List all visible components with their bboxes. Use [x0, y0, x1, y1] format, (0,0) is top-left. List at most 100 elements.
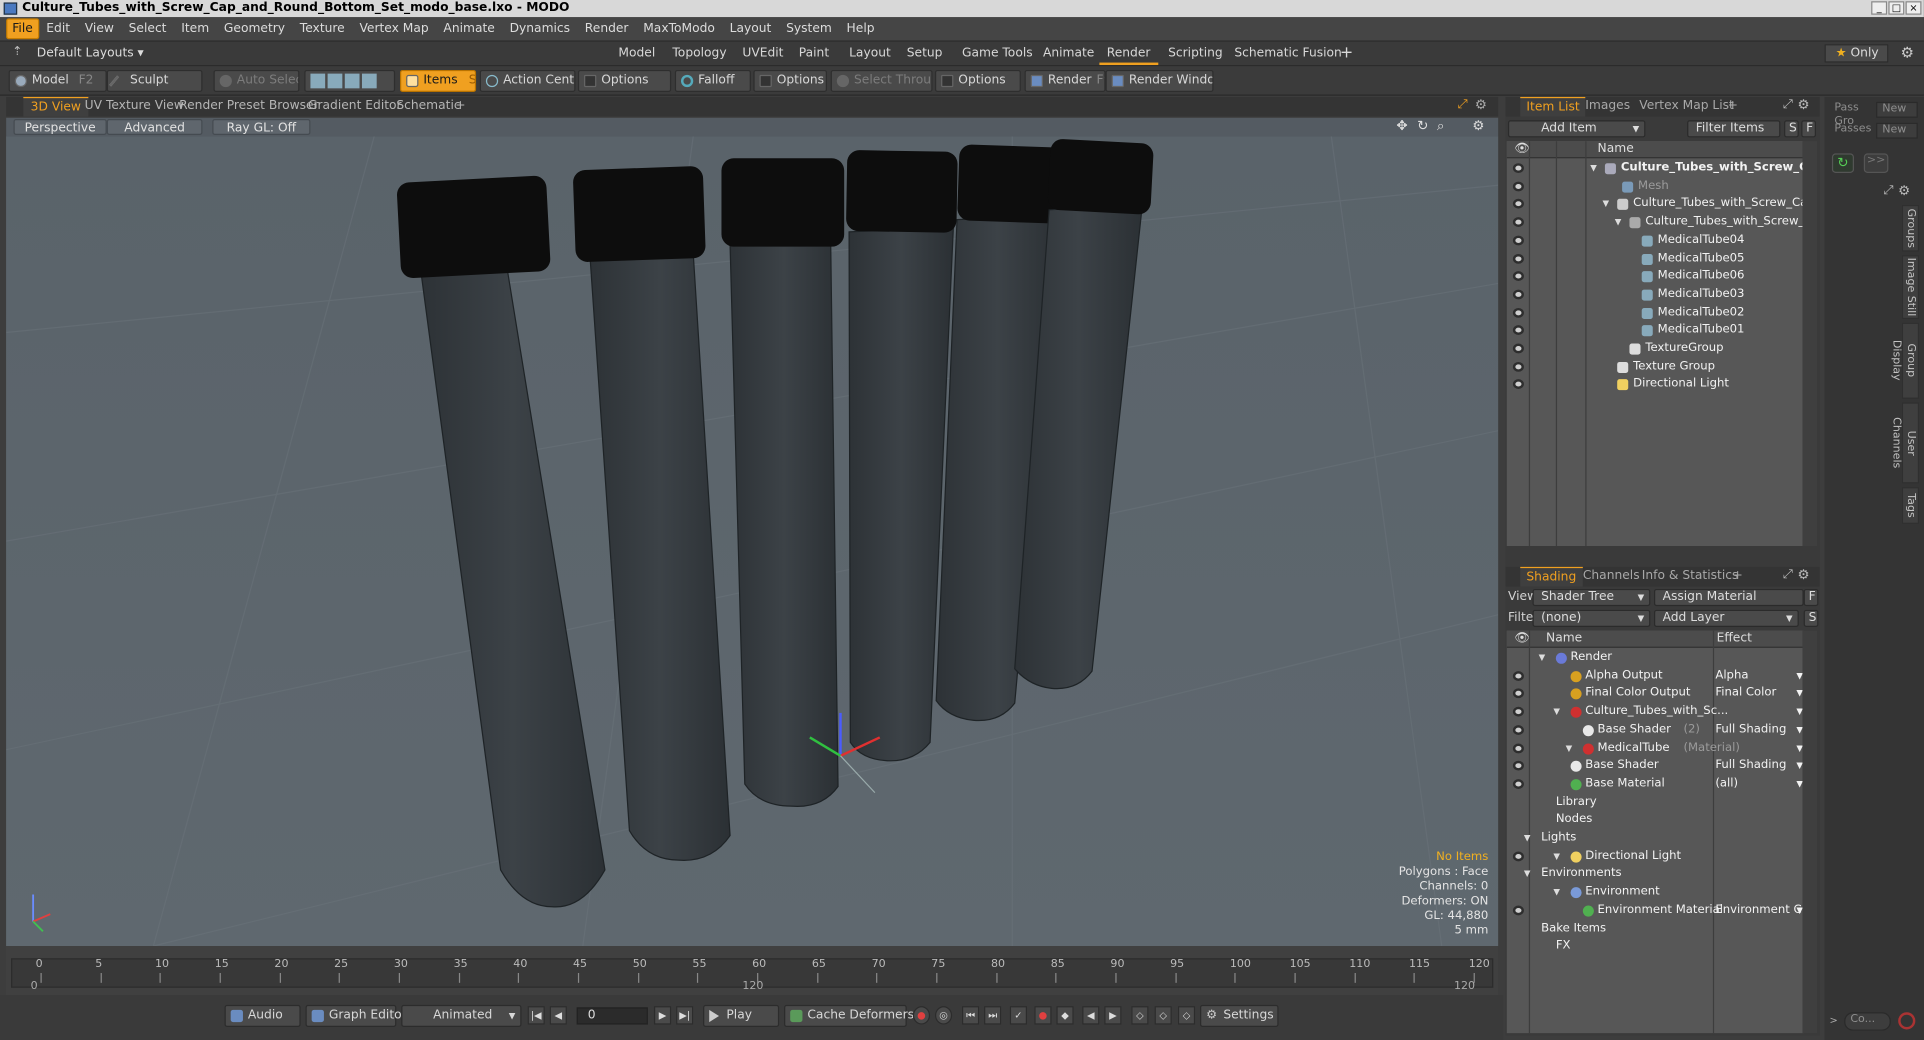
name-column-header[interactable]: Name — [1546, 631, 1582, 648]
layout-arrow-icon[interactable]: ⇡ — [12, 45, 24, 60]
item-list-row[interactable]: MedicalTube06 — [1507, 268, 1804, 286]
expand-icon[interactable]: ⤢ — [1783, 568, 1793, 581]
assign-material-field[interactable]: Assign Material — [1653, 588, 1804, 607]
eye-icon[interactable] — [1512, 688, 1524, 699]
animated-dropdown[interactable]: Animated ▼ — [401, 1004, 522, 1027]
new-pass-button[interactable]: New — [1876, 122, 1918, 139]
item-list-row[interactable]: TextureGroup — [1507, 340, 1804, 358]
render-button[interactable]: RenderF9 — [1024, 69, 1106, 93]
effect-column-header[interactable]: Effect — [1717, 631, 1752, 648]
chevron-right-icon[interactable]: > — [1829, 1015, 1837, 1026]
falloff-options-button[interactable]: Options — [753, 69, 827, 93]
frame-input[interactable]: 0 — [576, 1007, 648, 1025]
menu-edit[interactable]: Edit — [39, 17, 77, 40]
prev-frame-button[interactable]: ◀ — [549, 1006, 567, 1025]
add-item-dropdown[interactable]: Add Item ▼ — [1507, 120, 1646, 138]
gear-icon[interactable]: ⚙ — [1475, 97, 1487, 113]
forward-icon[interactable]: >> — [1863, 153, 1889, 174]
rotate-icon[interactable]: ↻ — [1417, 118, 1428, 134]
expand-arrow-icon[interactable]: ▼ — [1553, 884, 1563, 902]
menu-maxtomodo[interactable]: MaxToModo — [636, 17, 722, 40]
expand-arrow-icon[interactable]: ▼ — [1615, 214, 1625, 232]
expand-arrow-icon[interactable]: ▼ — [1590, 160, 1600, 178]
tab-layout[interactable]: Layout — [842, 42, 898, 65]
last-frame-button[interactable]: ▶| — [676, 1006, 694, 1025]
eye-icon[interactable] — [1512, 851, 1524, 861]
add-layer-dropdown[interactable]: Add Layer ▼ — [1653, 609, 1799, 627]
effect-value[interactable]: Alpha — [1715, 667, 1803, 685]
item-list-row[interactable]: ▼ Culture_Tubes_with_Screw_C... — [1507, 160, 1804, 178]
gear-icon[interactable]: ⚙ — [1898, 183, 1910, 199]
shader-tree-row[interactable]: Base Material (all) ▼ — [1507, 775, 1804, 793]
item-list-row[interactable]: MedicalTube02 — [1507, 304, 1804, 322]
shader-tree-row[interactable]: ▼ Environment — [1507, 884, 1804, 902]
auto-key-icon[interactable]: ◎ — [934, 1006, 953, 1025]
filter-dropdown[interactable]: (none) ▼ — [1532, 609, 1651, 627]
items-mode-button[interactable]: Items S — [400, 69, 477, 93]
shader-tree-row[interactable]: ▼ Culture_Tubes_with_Sc... ▼ — [1507, 703, 1804, 721]
tab-paint[interactable]: Paint — [791, 42, 836, 65]
keyframe-select-button[interactable]: ◇ — [1154, 1006, 1172, 1025]
edge-mode-icon[interactable] — [327, 73, 343, 89]
shader-tree-row[interactable]: ▼ Directional Light — [1507, 847, 1804, 865]
expand-arrow-icon[interactable]: ▼ — [1566, 739, 1576, 757]
add-panel-tab-button[interactable]: + — [1721, 97, 1744, 117]
shader-tree-row[interactable]: Nodes — [1507, 811, 1804, 829]
key-button[interactable]: ✓ — [1009, 1006, 1027, 1025]
eye-icon[interactable] — [1512, 724, 1524, 735]
shader-tree-row[interactable]: ▼ Render — [1507, 649, 1804, 667]
item-list-row[interactable]: Mesh — [1507, 178, 1804, 196]
tab-scripting[interactable]: Scripting — [1161, 42, 1230, 65]
shader-tree-row[interactable]: Library — [1507, 793, 1804, 811]
gear-icon[interactable]: ⚙ — [1798, 97, 1810, 113]
item-list-row[interactable]: MedicalTube04 — [1507, 232, 1804, 250]
item-list-row[interactable]: Texture Group — [1507, 358, 1804, 376]
prev-marker-button[interactable]: ◀ — [1082, 1006, 1100, 1025]
item-list-row[interactable]: MedicalTube03 — [1507, 286, 1804, 304]
settings-button[interactable]: ⚙ Settings — [1200, 1004, 1279, 1027]
minimize-button[interactable]: _ — [1871, 1, 1888, 15]
eye-icon[interactable] — [1512, 217, 1524, 228]
record-icon[interactable]: ● — [912, 1006, 931, 1025]
shader-tree[interactable]: 👁 Name Effect ▼ Render Alpha Output Alpha ▼ F… — [1506, 630, 1804, 1034]
menu-select[interactable]: Select — [121, 17, 174, 40]
effect-value[interactable]: Full Shading — [1715, 757, 1803, 775]
eye-icon[interactable] — [1512, 271, 1524, 282]
shader-tree-row[interactable]: ▼ Environments — [1507, 866, 1804, 884]
view-dropdown[interactable]: Shader Tree ▼ — [1532, 588, 1651, 607]
eye-icon[interactable] — [1512, 742, 1524, 753]
expand-arrow-icon[interactable]: ▼ — [1553, 847, 1563, 865]
graph-editor-button[interactable]: Graph Editor — [305, 1004, 407, 1027]
tab-shading[interactable]: Shading — [1520, 566, 1583, 587]
filter-items-field[interactable]: Filter Items — [1687, 120, 1781, 138]
keyframe-filter-button[interactable]: ◇ — [1131, 1006, 1149, 1025]
tab-image-still[interactable]: Image Still — [1901, 255, 1920, 320]
select-options-button[interactable]: Options — [934, 69, 1021, 93]
tab-schematic-fusion[interactable]: Schematic Fusion — [1227, 42, 1349, 65]
eye-icon[interactable] — [1512, 235, 1524, 246]
material-mode-icon[interactable] — [361, 73, 377, 89]
gear-icon[interactable]: ⚙ — [1901, 44, 1914, 61]
prev-key-button[interactable]: ⏮ — [961, 1006, 980, 1025]
effect-value[interactable]: Final Color — [1715, 685, 1803, 703]
menu-system[interactable]: System — [779, 17, 839, 40]
item-list-scrollbar[interactable] — [1802, 141, 1818, 547]
name-column-header[interactable]: Name — [1598, 141, 1634, 158]
tab-groups[interactable]: Groups — [1901, 204, 1920, 252]
eye-icon[interactable] — [1512, 181, 1524, 192]
expand-arrow-icon[interactable]: ▼ — [1602, 196, 1612, 214]
tab-group-display[interactable]: Group Display — [1890, 322, 1920, 399]
effect-value[interactable]: (all) — [1715, 775, 1803, 793]
expand-icon[interactable]: ⤢ — [1458, 98, 1468, 111]
s-button[interactable]: S — [1784, 120, 1799, 138]
auto-select-button[interactable]: Auto Select — [213, 69, 300, 93]
record-icon[interactable] — [1898, 1012, 1916, 1030]
action-center-button[interactable]: Action Center — [479, 69, 576, 93]
advanced-dropdown[interactable]: Advanced — [106, 119, 203, 135]
tab-game-tools[interactable]: Game Tools — [955, 42, 1040, 65]
menu-dynamics[interactable]: Dynamics — [502, 17, 577, 40]
tab-uvedit[interactable]: UVEdit — [735, 42, 791, 65]
shader-tree-row[interactable]: Final Color Output Final Color ▼ — [1507, 685, 1804, 703]
key-options-button[interactable]: ◆ — [1056, 1006, 1074, 1025]
eye-icon[interactable] — [1512, 343, 1524, 354]
